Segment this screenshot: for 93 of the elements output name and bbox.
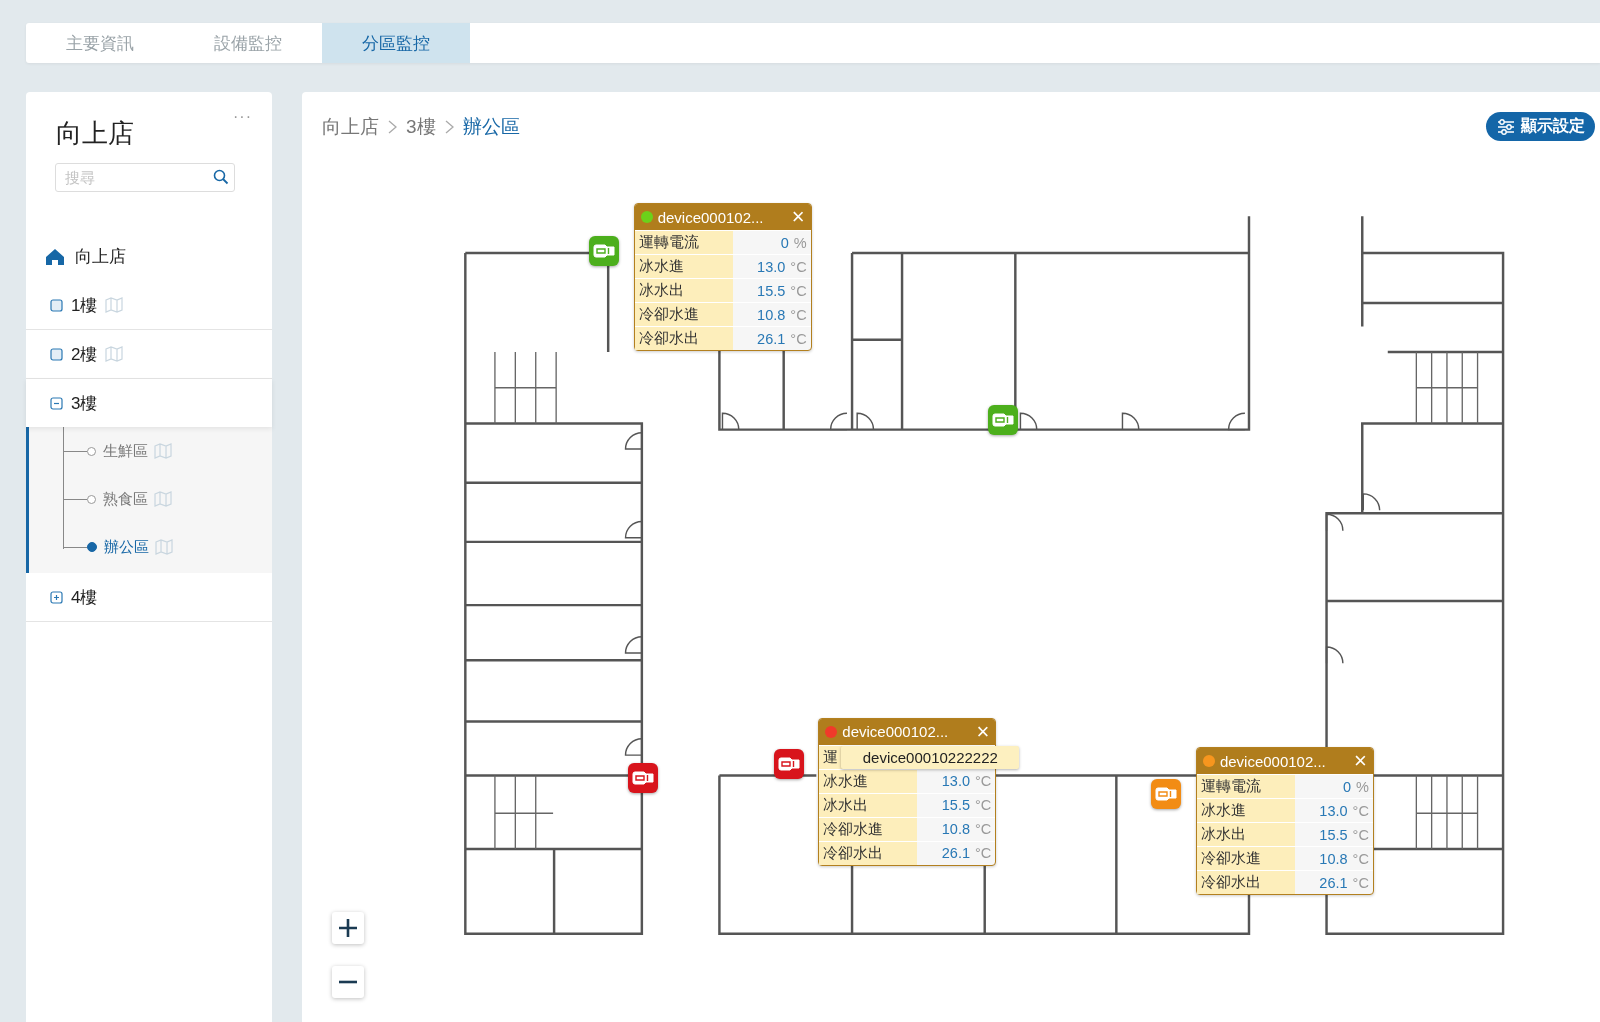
reading-value: 10.8 [757,306,786,323]
chiller-marker[interactable] [627,762,658,793]
reading-value: 13.0 [1319,802,1348,819]
reading-unit: °C [1352,802,1369,819]
reading-value: 26.1 [757,330,786,347]
store-title: 向上店 [56,117,134,150]
reading-value: 0 [1342,778,1351,795]
reading-label: 運轉電流 [1196,775,1295,799]
reading-label: 冷卻水出 [819,841,918,865]
reading-unit: °C [975,845,992,861]
reading-value: 15.5 [1319,826,1348,843]
breadcrumb-item[interactable]: 向上店 [322,114,379,140]
reading-unit: °C [790,282,807,299]
chiller-icon [1155,787,1178,802]
search-field[interactable]: 搜尋 [55,163,235,192]
floor-label: 3樓 [71,392,98,415]
zoom-in-button[interactable] [331,911,364,944]
reading-label: 冷卻水進 [634,303,733,327]
zone-item[interactable]: 生鮮區 [103,441,148,461]
reading-label: 冰水出 [1196,823,1295,847]
tree-item[interactable]: 向上店 [75,245,126,268]
reading-label: 冰水進 [634,255,733,279]
tooltip: device00010222222 [841,745,1020,769]
plus-icon [337,917,358,938]
reading-value: 15.5 [757,282,786,299]
device-name: device000102... [842,723,950,740]
square-icon [50,298,63,312]
reading-label: 冰水進 [1196,799,1295,823]
breadcrumb-item[interactable]: 辦公區 [462,114,520,140]
display-settings-button[interactable]: 顯示設定 [1486,112,1595,141]
collapse-icon[interactable] [50,396,63,410]
reading-value: 0 [780,234,789,251]
tab[interactable]: 設備監控 [174,23,322,63]
chiller-marker[interactable] [773,749,804,780]
close-icon[interactable]: × [1354,750,1367,773]
more-icon[interactable]: ··· [233,108,252,126]
reading-label: 冰水進 [819,769,918,793]
sliders-icon [1497,118,1515,135]
reading-unit: °C [1352,874,1369,891]
floor-label: 2樓 [71,343,98,366]
chevron-icon [444,120,454,134]
map-icon[interactable] [105,346,124,362]
reading-value: 26.1 [941,845,971,861]
square-icon [50,347,63,361]
reading-label: 冷卻水進 [819,817,918,841]
chiller-marker[interactable] [589,236,620,267]
reading-unit: °C [790,330,807,347]
reading-value: 10.8 [1319,850,1348,867]
reading-value: 13.0 [757,258,786,275]
tab[interactable]: 主要資訊 [26,23,174,63]
reading-unit: °C [790,258,807,275]
reading-value: 26.1 [1319,874,1348,891]
reading-unit: °C [790,306,807,323]
minus-icon [337,979,358,984]
reading-label: 冷卻水出 [634,327,733,351]
floor-label: 4樓 [71,586,98,609]
reading-unit: °C [975,797,992,813]
chevron-icon [388,120,397,134]
reading-label: 冰水出 [819,793,918,817]
reading-unit: % [793,234,807,251]
chiller-icon [777,757,800,772]
reading-unit: °C [1352,826,1369,843]
reading-value: 15.5 [941,797,971,813]
reading-unit: °C [975,821,992,837]
tab[interactable]: 分區監控 [322,23,470,63]
device-name: device000102... [657,208,765,226]
device-name: device000102... [1219,752,1327,770]
home-icon [45,247,65,266]
chiller-icon [992,412,1014,427]
chiller-marker[interactable] [988,404,1018,435]
floor-row[interactable]: 3樓 [26,379,272,427]
floor-label: 1樓 [71,294,98,317]
close-icon[interactable]: × [976,720,990,743]
expand-icon[interactable] [50,590,63,604]
reading-value: 10.8 [941,821,971,837]
map-icon[interactable] [105,297,124,313]
zone-item[interactable]: 熟食區 [103,489,148,509]
reading-label: 運轉電流 [634,231,733,255]
reading-unit: °C [975,773,992,789]
chiller-marker[interactable] [1151,779,1182,810]
search-icon[interactable] [213,169,229,185]
reading-unit: °C [1352,850,1369,867]
reading-label: 冷卻水出 [1196,871,1295,895]
reading-label: 冷卻水進 [1196,847,1295,871]
zoom-out-button[interactable] [331,965,364,998]
reading-label: 冰水出 [634,279,733,303]
chiller-icon [593,244,616,259]
zone-item[interactable]: 辦公區 [104,537,149,557]
breadcrumb-item[interactable]: 3樓 [406,114,436,140]
reading-value: 13.0 [941,773,971,789]
close-icon[interactable]: × [791,206,805,229]
reading-unit: % [1355,778,1369,795]
chiller-icon [631,770,654,785]
